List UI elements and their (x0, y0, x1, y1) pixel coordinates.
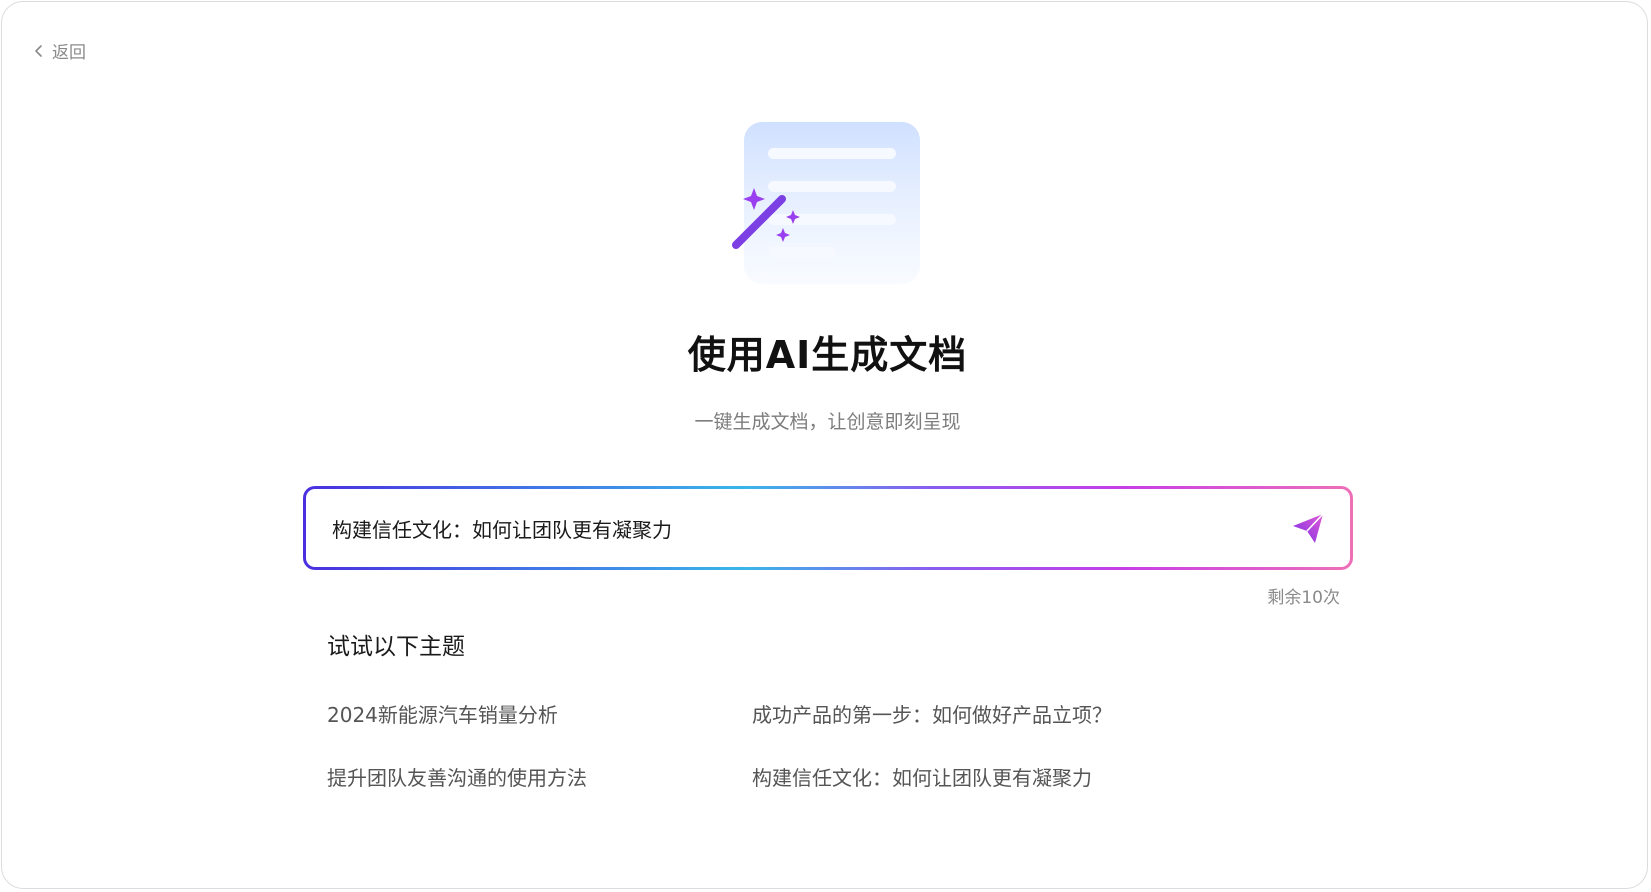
suggestion-item[interactable]: 2024新能源汽车销量分析 (327, 699, 558, 728)
back-button[interactable]: 返回 (34, 38, 86, 63)
chevron-left-icon (35, 44, 42, 57)
prompt-inner (306, 489, 1350, 567)
prompt-input[interactable] (330, 515, 1288, 541)
suggestion-item[interactable]: 成功产品的第一步：如何做好产品立项？ (752, 699, 1112, 728)
suggestions-title: 试试以下主题 (327, 634, 465, 660)
app-frame: 返回 使用AI生成文档 一键生成文档，让创意即刻呈现 构建信任文化：如何让团队更… (1, 1, 1648, 889)
suggestion-item[interactable]: 构建信任文化：如何让团队更有凝聚力 (752, 762, 1092, 791)
page-title: 使用AI生成文档 (687, 333, 968, 377)
suggestion-item[interactable]: 提升团队友善沟通的使用方法 (327, 762, 587, 791)
page-subtitle: 一键生成文档，让创意即刻呈现 (694, 411, 961, 433)
remaining-count: 剩余10次 (1267, 588, 1340, 608)
magic-document-icon (732, 122, 920, 284)
back-label: 返回 (52, 43, 86, 63)
prompt-box (303, 486, 1353, 570)
send-icon (1293, 513, 1324, 543)
send-button[interactable] (1288, 508, 1328, 548)
